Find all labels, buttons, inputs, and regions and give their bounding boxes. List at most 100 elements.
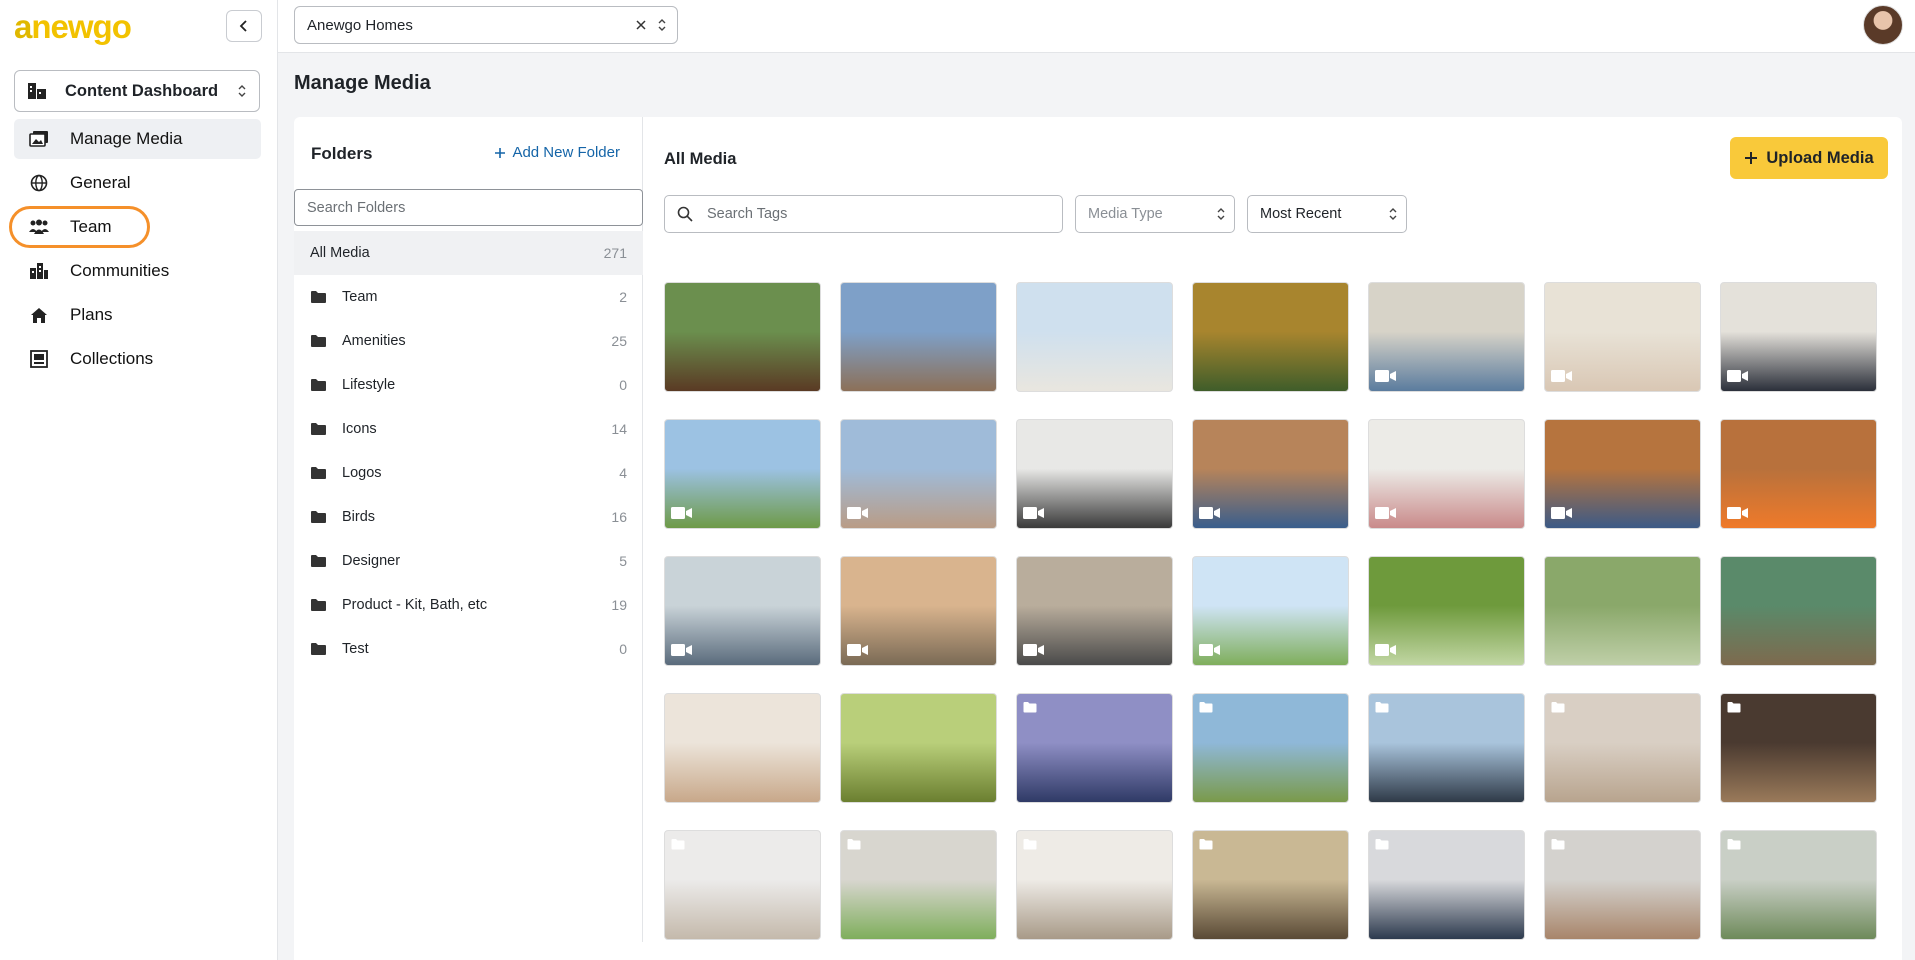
collapse-sidebar-button[interactable] (226, 10, 262, 42)
media-type-select[interactable]: Media Type (1075, 195, 1235, 233)
search-icon (677, 206, 693, 222)
media-thumbnail-family-framing[interactable] (1544, 419, 1701, 529)
folder-icon (1375, 837, 1389, 850)
folder-icon (310, 378, 330, 392)
media-thumbnail-shower[interactable] (1544, 830, 1701, 940)
video-camera-icon (1199, 643, 1221, 657)
search-folders-input[interactable]: Search Folders (294, 189, 643, 226)
search-tags-input[interactable]: Search Tags (664, 195, 1063, 233)
folder-row[interactable]: Amenities 25 (294, 319, 643, 363)
video-camera-icon (847, 506, 869, 520)
media-grid (664, 282, 1884, 940)
media-title: All Media (664, 150, 737, 168)
sidebar-item-manage-media[interactable]: Manage Media (14, 119, 261, 159)
folder-icon (310, 598, 330, 612)
media-thumbnail-man-at-desk[interactable] (1368, 282, 1525, 392)
media-thumbnail-dark-house[interactable] (1368, 693, 1525, 803)
updown-chevron-icon (1217, 208, 1225, 220)
folder-name: Icons (342, 421, 377, 437)
folder-row[interactable]: Lifestyle 0 (294, 363, 643, 407)
media-thumbnail-dining-room[interactable] (840, 830, 997, 940)
media-thumbnail-dining-dark[interactable] (1720, 693, 1877, 803)
dashboard-select[interactable]: Content Dashboard (14, 70, 260, 112)
folder-icon (847, 837, 861, 850)
media-thumbnail-fireplace[interactable] (1016, 830, 1173, 940)
folder-icon (1023, 700, 1037, 713)
folder-row[interactable]: Designer 5 (294, 539, 643, 583)
folders-title: Folders (311, 144, 373, 163)
organization-select[interactable]: Anewgo Homes (294, 6, 678, 44)
upload-media-button[interactable]: Upload Media (1730, 137, 1888, 179)
media-thumbnail-white-farmhouse[interactable] (1016, 282, 1173, 392)
folder-row[interactable]: Birds 16 (294, 495, 643, 539)
media-thumbnail-kitchen-light[interactable] (1544, 693, 1701, 803)
media-thumbnail-craftsman-house[interactable] (840, 282, 997, 392)
sort-select[interactable]: Most Recent (1247, 195, 1407, 233)
folder-count: 0 (619, 377, 627, 393)
media-thumbnail-family-touring[interactable] (1368, 419, 1525, 529)
sidebar-item-plans[interactable]: Plans (14, 295, 261, 335)
folder-count: 0 (619, 641, 627, 657)
sidebar-item-general[interactable]: General (14, 163, 261, 203)
media-thumbnail-woman-garden[interactable] (1368, 556, 1525, 666)
sidebar-item-label: Communities (70, 261, 170, 280)
folder-list: All Media 271 Team 2 Amenities 25 Lifestyle 0 Ic… (294, 231, 643, 671)
folder-name: Amenities (342, 333, 406, 349)
user-avatar[interactable] (1863, 5, 1903, 45)
media-thumbnail-woman-livingroom[interactable] (664, 556, 821, 666)
clear-icon[interactable] (635, 19, 647, 31)
media-thumbnail-woman-neighborhood[interactable] (664, 419, 821, 529)
media-thumbnail-bathroom-sink[interactable] (664, 830, 821, 940)
page-title: Manage Media (294, 72, 431, 94)
folder-row[interactable]: Logos 4 (294, 451, 643, 495)
folder-icon (1551, 837, 1565, 850)
folder-row[interactable]: Icons 14 (294, 407, 643, 451)
media-thumbnail-woman-portrait[interactable] (1544, 282, 1701, 392)
media-thumbnail-couple-nature[interactable] (1544, 556, 1701, 666)
media-thumbnail-man-construction[interactable] (840, 556, 997, 666)
add-new-folder-label: Add New Folder (512, 144, 620, 161)
media-thumbnail-woman-showroom[interactable] (1016, 419, 1173, 529)
media-thumbnail-woman-house[interactable] (1192, 556, 1349, 666)
media-thumbnail-kids-lake[interactable] (1720, 556, 1877, 666)
sidebar-item-collections[interactable]: Collections (14, 339, 261, 379)
media-thumbnail-cabin-house[interactable] (664, 282, 821, 392)
folder-name: Lifestyle (342, 377, 396, 393)
folder-row[interactable]: Test 0 (294, 627, 643, 671)
folder-count: 14 (611, 421, 627, 437)
video-camera-icon (1023, 643, 1045, 657)
anewgo-logo[interactable]: anewgo (14, 8, 132, 46)
folder-row[interactable]: Product - Kit, Bath, etc 19 (294, 583, 643, 627)
folder-row[interactable]: All Media 271 (294, 231, 643, 275)
sidebar-item-communities[interactable]: Communities (14, 251, 261, 291)
video-camera-icon (847, 643, 869, 657)
media-thumbnail-bathtub[interactable] (1720, 830, 1877, 940)
media-thumbnail-couple-livingroom[interactable] (1016, 556, 1173, 666)
folder-count: 5 (619, 553, 627, 569)
media-thumbnail-worker-hardhat[interactable] (1720, 419, 1877, 529)
media-thumbnail-tree-lined-road[interactable] (1192, 282, 1349, 392)
organization-select-value: Anewgo Homes (307, 16, 413, 34)
folder-icon (1023, 837, 1037, 850)
media-thumbnail-double-vanity[interactable] (1368, 830, 1525, 940)
media-thumbnail-brick-house[interactable] (1192, 693, 1349, 803)
media-area: All Media Upload Media Search Tags Media… (643, 117, 1902, 960)
media-thumbnail-group-outdoor[interactable] (840, 419, 997, 529)
video-camera-icon (671, 643, 693, 657)
media-thumbnail-happy-couple[interactable] (664, 693, 821, 803)
video-camera-icon (1375, 506, 1397, 520)
media-thumbnail-woman-office[interactable] (1720, 282, 1877, 392)
dashboard-select-label: Content Dashboard (65, 81, 219, 100)
video-camera-icon (1375, 369, 1397, 383)
folder-count: 19 (611, 597, 627, 613)
media-thumbnail-house-dusk[interactable] (1016, 693, 1173, 803)
add-new-folder-button[interactable]: Add New Folder (494, 144, 620, 161)
folder-count: 16 (611, 509, 627, 525)
folder-icon (1727, 837, 1741, 850)
media-thumbnail-builders-group[interactable] (1192, 419, 1349, 529)
folder-row[interactable]: Team 2 (294, 275, 643, 319)
video-camera-icon (671, 506, 693, 520)
media-thumbnail-family-field[interactable] (840, 693, 997, 803)
media-thumbnail-arched-window[interactable] (1192, 830, 1349, 940)
plus-icon (495, 147, 506, 158)
